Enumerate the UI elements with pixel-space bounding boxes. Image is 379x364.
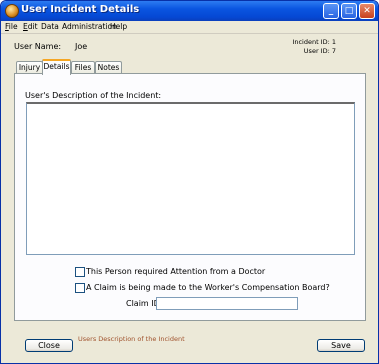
details-tab-panel: User's Description of the Incident: This… bbox=[14, 73, 366, 321]
user-name-value: Joe bbox=[75, 42, 88, 51]
tab-injury[interactable]: Injury bbox=[16, 61, 43, 73]
window-title: User Incident Details bbox=[21, 4, 140, 15]
close-button[interactable]: Close bbox=[25, 339, 73, 352]
title-bar[interactable]: User Incident Details _ □ ✕ bbox=[1, 1, 378, 21]
minimize-button[interactable]: _ bbox=[323, 3, 339, 19]
close-window-button[interactable]: ✕ bbox=[359, 3, 375, 19]
tab-files[interactable]: Files bbox=[71, 61, 95, 73]
user-incident-details-window: User Incident Details _ □ ✕ File Edit Da… bbox=[0, 0, 379, 364]
menu-edit[interactable]: Edit bbox=[23, 22, 38, 31]
menu-data[interactable]: Data bbox=[41, 22, 59, 31]
user-name-label: User Name: bbox=[14, 42, 62, 51]
menu-administration[interactable]: Administration bbox=[62, 22, 117, 31]
save-button[interactable]: Save bbox=[317, 339, 365, 352]
menu-help[interactable]: Help bbox=[110, 22, 127, 31]
claim-id-input[interactable] bbox=[156, 297, 298, 310]
claim-checkbox[interactable] bbox=[75, 283, 85, 293]
description-textarea[interactable] bbox=[26, 102, 355, 255]
maximize-button[interactable]: □ bbox=[341, 3, 357, 19]
doctor-attention-label: This Person required Attention from a Do… bbox=[86, 267, 266, 276]
status-text: Users Description of the Incident bbox=[78, 335, 185, 343]
app-icon bbox=[5, 4, 19, 18]
tab-details[interactable]: Details bbox=[42, 59, 71, 75]
menu-file[interactable]: File bbox=[5, 22, 18, 31]
description-label: User's Description of the Incident: bbox=[25, 91, 162, 100]
user-id: User ID: 7 bbox=[303, 47, 336, 55]
doctor-attention-checkbox[interactable] bbox=[75, 267, 85, 277]
incident-id: Incident ID: 1 bbox=[292, 38, 336, 46]
claim-label: A Claim is being made to the Worker's Co… bbox=[86, 283, 330, 292]
menu-bar: File Edit Data Administration Help bbox=[1, 21, 378, 34]
tab-notes[interactable]: Notes bbox=[95, 61, 122, 73]
